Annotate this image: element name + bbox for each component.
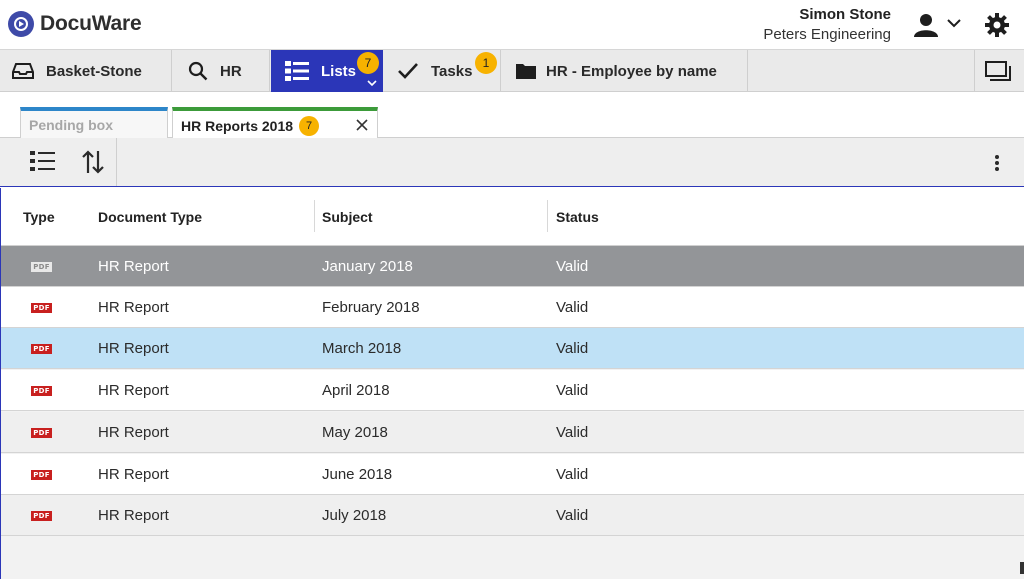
tab-label: HR Reports 2018: [181, 118, 293, 134]
subject-cell: March 2018: [322, 340, 401, 357]
more-options-icon[interactable]: [994, 154, 1000, 172]
pdf-icon: PDF: [31, 344, 52, 354]
tab-pending-box[interactable]: Pending box: [20, 107, 168, 139]
status-cell: Valid: [556, 299, 588, 316]
logo-text: DocuWare: [40, 12, 141, 36]
column-header-document-type[interactable]: Document Type: [98, 209, 202, 225]
pdf-icon: PDF: [31, 262, 52, 272]
subject-cell: April 2018: [322, 382, 390, 399]
pdf-icon: PDF: [31, 386, 52, 396]
table-header: Type Document Type Subject Status: [1, 188, 1024, 246]
main-tab-bar: Basket-Stone HR Lists 7 Tasks 1 HR - Emp…: [0, 50, 1024, 92]
lists-count-badge: 7: [357, 52, 379, 74]
docuware-logo[interactable]: DocuWare: [8, 11, 141, 37]
status-cell: Valid: [556, 424, 588, 441]
chevron-down-icon[interactable]: [947, 18, 961, 28]
tab-tasks[interactable]: Tasks 1: [383, 50, 501, 92]
document-type-cell: HR Report: [98, 507, 169, 524]
pdf-icon: PDF: [31, 428, 52, 438]
empty-list-area: [1, 537, 1024, 579]
toolbar-divider: [116, 138, 117, 186]
app-header: DocuWare Simon Stone Peters Engineering: [0, 0, 1024, 50]
document-type-cell: HR Report: [98, 299, 169, 316]
docuware-logo-icon: [8, 11, 34, 37]
user-name: Simon Stone: [763, 6, 891, 23]
status-cell: Valid: [556, 340, 588, 357]
sort-icon[interactable]: [82, 149, 104, 175]
pdf-icon: PDF: [31, 511, 52, 521]
list-toolbar: [0, 138, 1024, 187]
document-type-cell: HR Report: [98, 382, 169, 399]
checkmark-icon: [397, 62, 419, 80]
tab-hr-reports-2018[interactable]: HR Reports 2018 7: [172, 107, 378, 140]
column-header-type[interactable]: Type: [23, 209, 55, 225]
search-icon: [188, 61, 208, 81]
close-icon[interactable]: [355, 118, 369, 132]
tab-label: Basket-Stone: [46, 63, 142, 80]
document-type-cell: HR Report: [98, 258, 169, 275]
column-divider[interactable]: [314, 200, 315, 232]
subject-cell: July 2018: [322, 507, 386, 524]
chevron-down-icon[interactable]: [367, 80, 377, 87]
result-count-badge: 7: [299, 116, 319, 136]
subject-cell: January 2018: [322, 258, 413, 275]
subject-cell: February 2018: [322, 299, 420, 316]
table-row[interactable]: PDF HR Report March 2018 Valid: [1, 328, 1024, 369]
table-row[interactable]: PDF HR Report May 2018 Valid: [1, 412, 1024, 453]
table-row[interactable]: PDF HR Report January 2018 Valid: [1, 246, 1024, 287]
window-mode-button[interactable]: [974, 50, 1024, 92]
status-cell: Valid: [556, 507, 588, 524]
tab-label: Lists: [321, 63, 356, 80]
tab-lists[interactable]: Lists 7: [271, 50, 383, 92]
user-info: Simon Stone Peters Engineering: [763, 6, 891, 43]
user-icon[interactable]: [912, 13, 940, 37]
tasks-count-badge: 1: [475, 52, 497, 74]
table-row[interactable]: PDF HR Report June 2018 Valid: [1, 454, 1024, 495]
column-header-subject[interactable]: Subject: [322, 209, 373, 225]
status-cell: Valid: [556, 258, 588, 275]
folder-icon: [516, 63, 536, 79]
pdf-icon: PDF: [31, 303, 52, 313]
window-icon: [985, 60, 1011, 82]
tab-basket-stone[interactable]: Basket-Stone: [0, 50, 172, 92]
resize-handle[interactable]: [1020, 562, 1024, 574]
document-type-cell: HR Report: [98, 466, 169, 483]
document-type-cell: HR Report: [98, 340, 169, 357]
table-row[interactable]: PDF HR Report February 2018 Valid: [1, 287, 1024, 328]
status-cell: Valid: [556, 382, 588, 399]
list-icon: [285, 60, 309, 82]
tab-label: Pending box: [29, 117, 113, 133]
pdf-icon: PDF: [31, 470, 52, 480]
table-row[interactable]: PDF HR Report April 2018 Valid: [1, 370, 1024, 411]
status-cell: Valid: [556, 466, 588, 483]
document-type-cell: HR Report: [98, 424, 169, 441]
result-list: Type Document Type Subject Status PDF HR…: [0, 188, 1024, 579]
tab-hr-search[interactable]: HR: [172, 50, 270, 92]
column-header-status[interactable]: Status: [556, 209, 599, 225]
document-tab-bar: Pending box HR Reports 2018 7: [0, 92, 1024, 138]
subject-cell: June 2018: [322, 466, 392, 483]
list-view-icon[interactable]: [30, 149, 56, 173]
table-row[interactable]: PDF HR Report July 2018 Valid: [1, 495, 1024, 536]
gear-icon[interactable]: [984, 12, 1010, 38]
tab-hr-employee-by-name[interactable]: HR - Employee by name: [502, 50, 748, 92]
column-divider[interactable]: [547, 200, 548, 232]
user-company: Peters Engineering: [763, 26, 891, 43]
subject-cell: May 2018: [322, 424, 388, 441]
tab-label: HR - Employee by name: [546, 63, 717, 80]
inbox-tray-icon: [12, 62, 34, 80]
tab-label: HR: [220, 63, 242, 80]
tab-label: Tasks: [431, 63, 472, 80]
